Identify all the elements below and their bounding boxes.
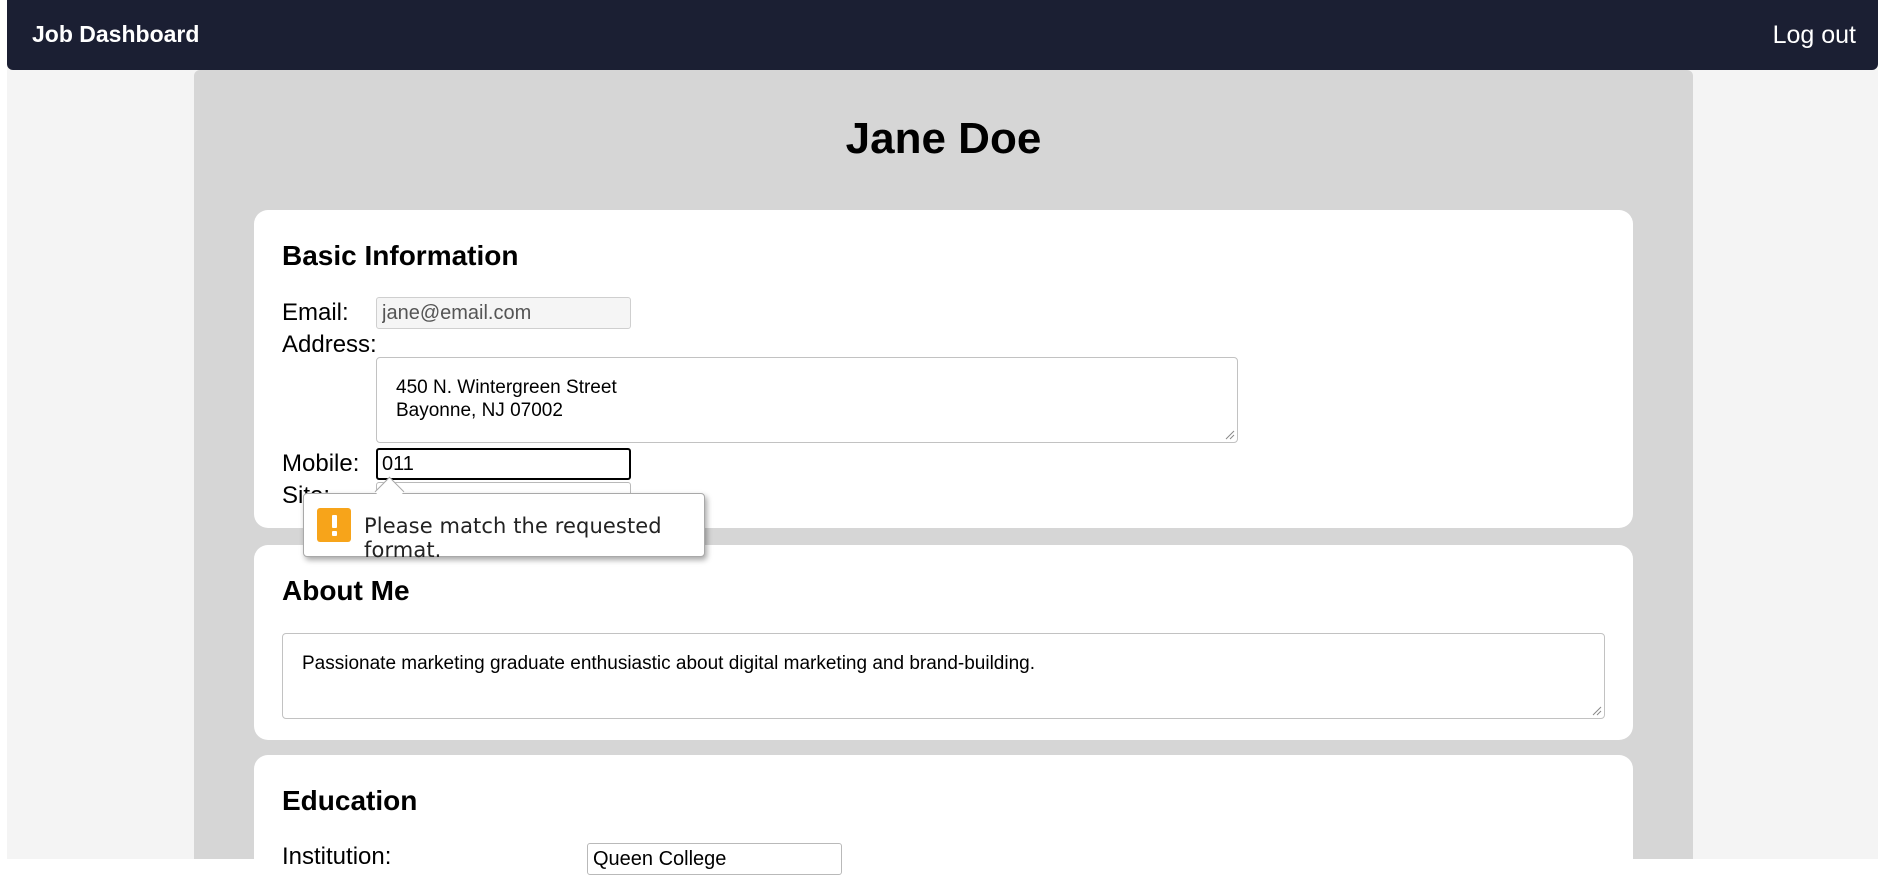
mobile-label: Mobile: <box>282 450 360 477</box>
warning-icon <box>317 508 351 542</box>
about-card: About Me Passionate marketing graduate e… <box>254 545 1633 740</box>
validation-tooltip: Please match the requested format. <box>303 476 705 562</box>
education-title: Education <box>282 785 418 816</box>
resize-grip-icon[interactable] <box>1590 704 1602 716</box>
about-textarea[interactable]: Passionate marketing graduate enthusiast… <box>282 633 1605 719</box>
profile-name: Jane Doe <box>845 114 1042 163</box>
address-label: Address: <box>282 331 377 358</box>
institution-field[interactable] <box>587 843 842 875</box>
address-line-1: 450 N. Wintergreen Street <box>396 377 617 398</box>
email-label: Email: <box>282 299 349 326</box>
profile-panel: Jane Doe Basic Information Email: Addres… <box>194 70 1693 895</box>
resize-grip-icon[interactable] <box>1223 428 1235 440</box>
about-text: Passionate marketing graduate enthusiast… <box>302 653 1036 674</box>
basic-info-title: Basic Information <box>282 240 519 271</box>
about-title: About Me <box>282 575 410 606</box>
validation-message: Please match the requested format. <box>364 514 662 562</box>
brand-title[interactable]: Job Dashboard <box>32 21 199 48</box>
email-field[interactable] <box>376 297 631 329</box>
basic-info-card: Basic Information Email: Address: 450 N.… <box>254 210 1633 528</box>
address-line-2: Bayonne, NJ 07002 <box>396 400 563 421</box>
address-textarea[interactable]: 450 N. Wintergreen Street Bayonne, NJ 07… <box>376 357 1238 443</box>
education-card: Education Institution: <box>254 755 1633 895</box>
mobile-field[interactable] <box>376 448 631 480</box>
institution-label: Institution: <box>282 843 392 870</box>
top-navbar: Job Dashboard Log out <box>7 0 1878 70</box>
logout-link[interactable]: Log out <box>1773 21 1856 50</box>
